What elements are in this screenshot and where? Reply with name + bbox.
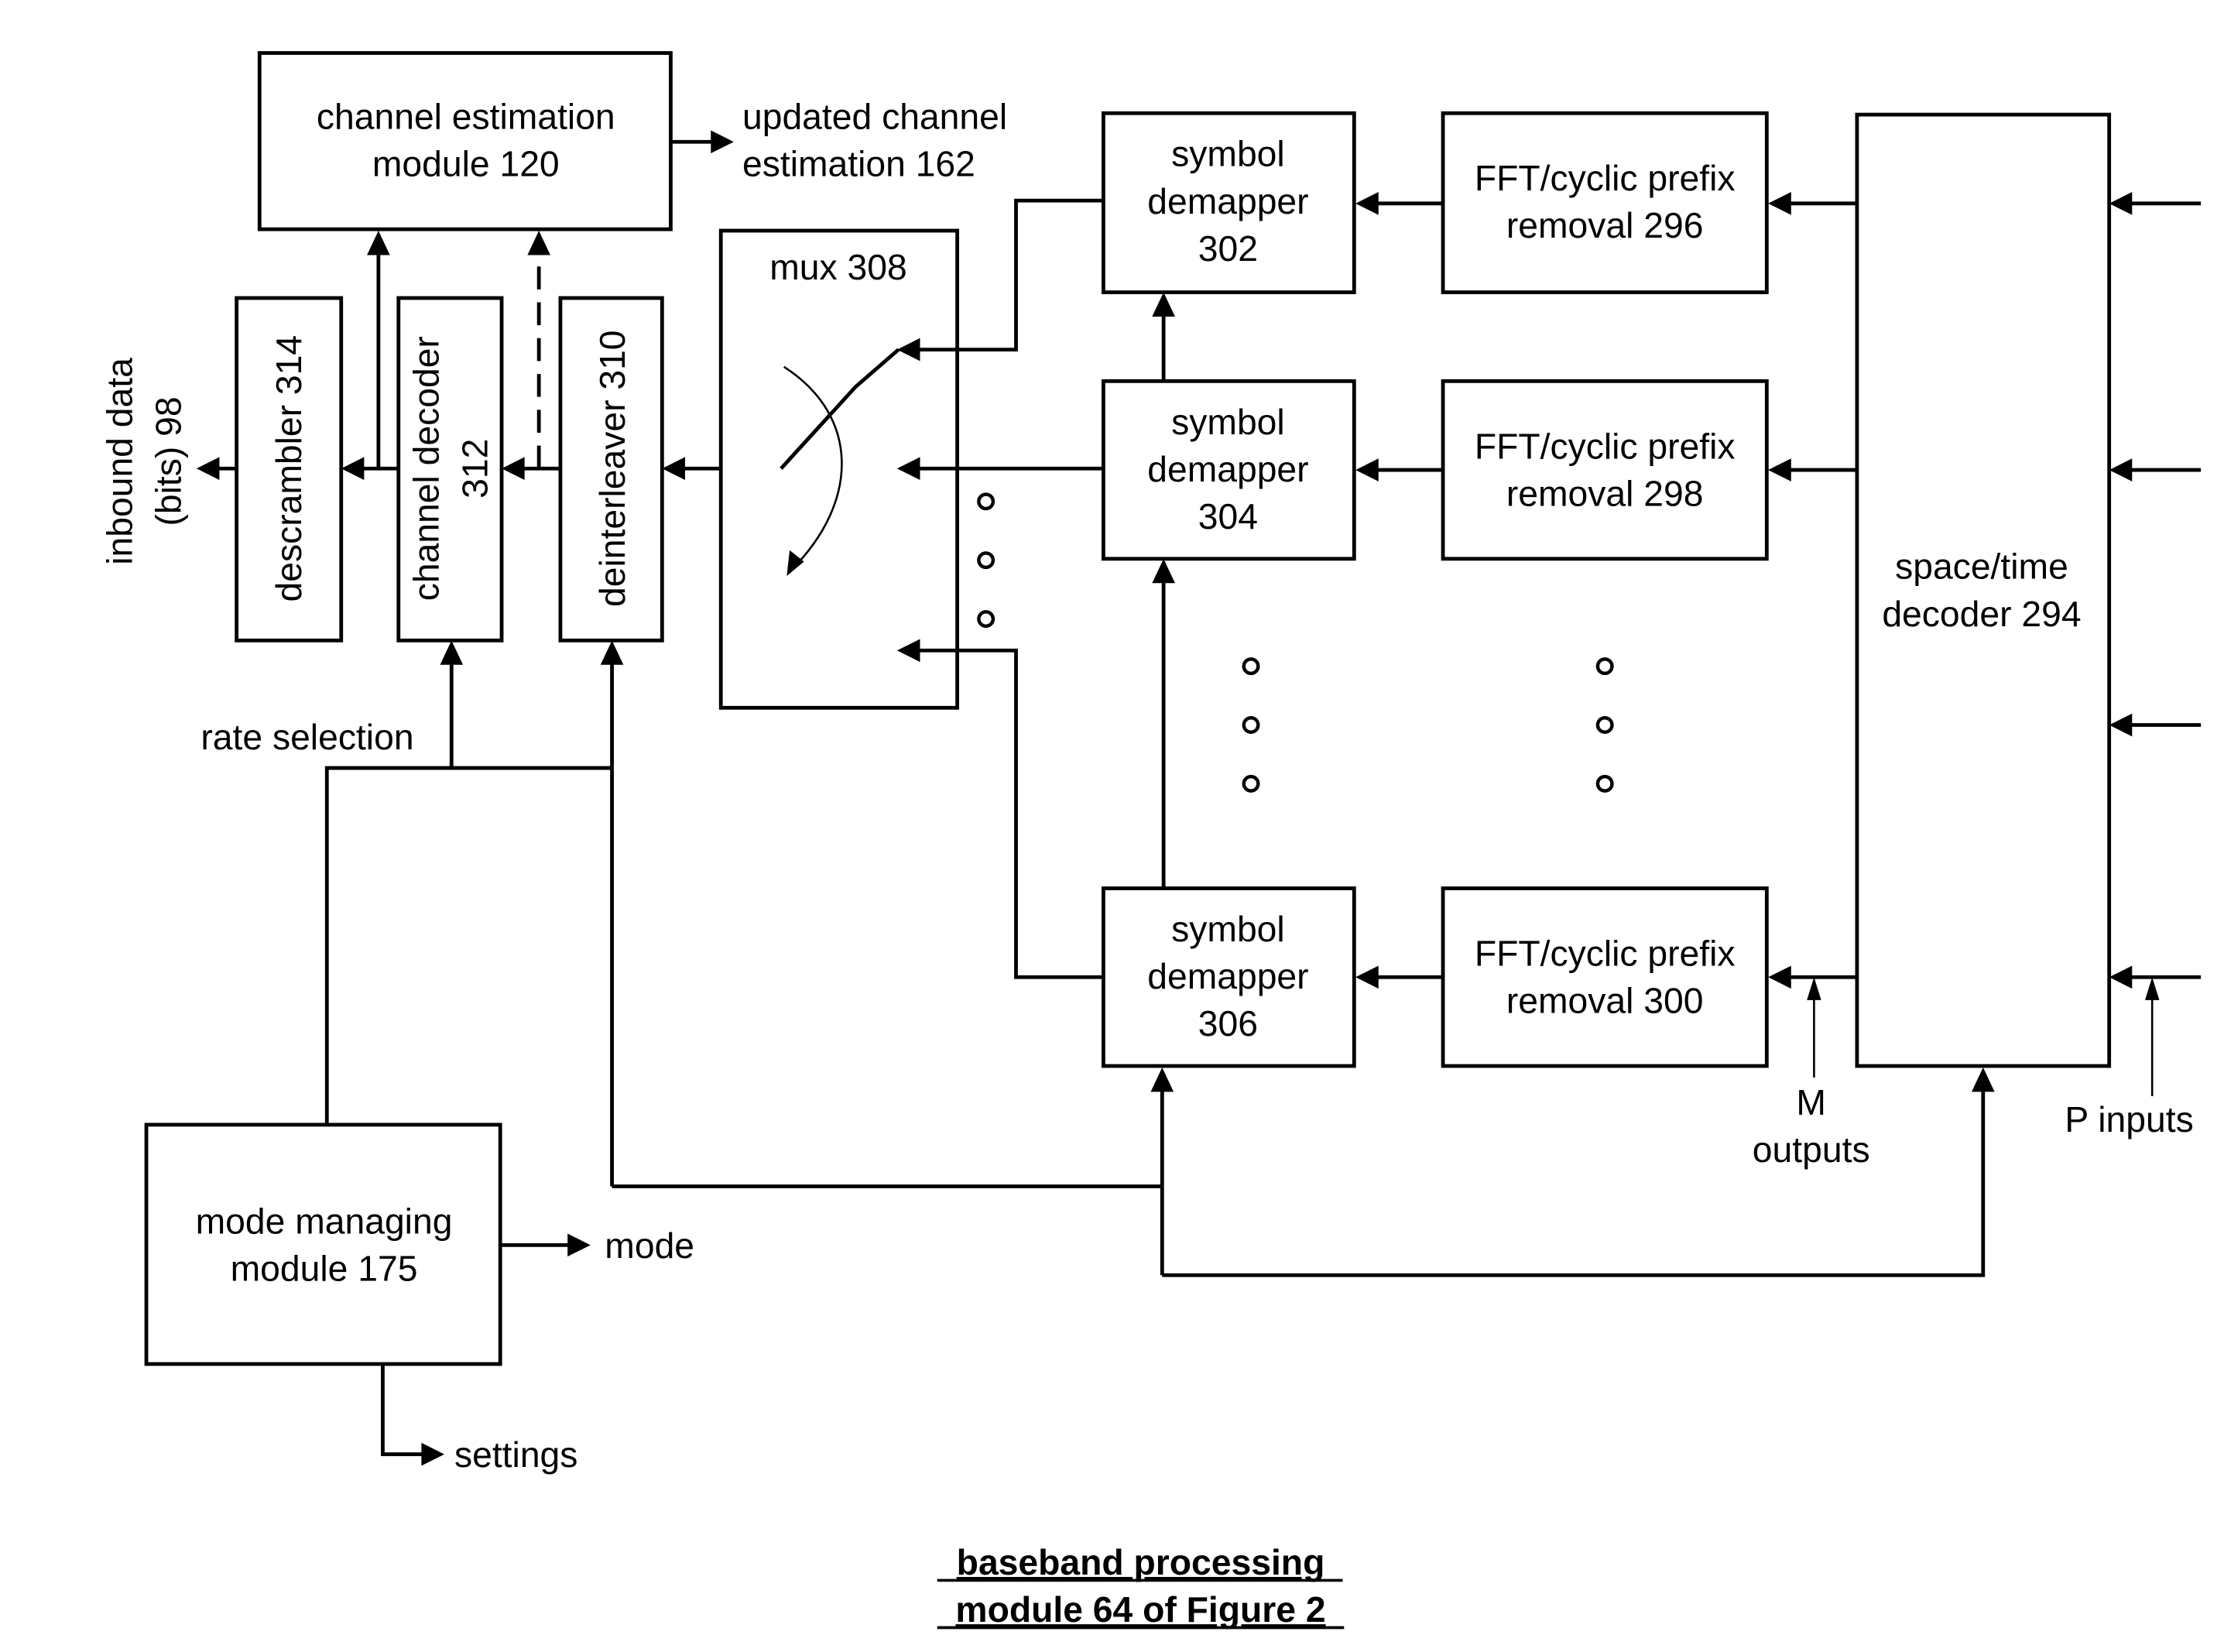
fft-296-label-1: FFT/cyclic prefix	[1475, 158, 1736, 198]
demapper-302-label-3: 302	[1198, 228, 1258, 269]
arrowhead-icon	[1355, 458, 1379, 482]
inbound-data-label-1: inbound data	[100, 358, 140, 565]
fft-298-label-1: FFT/cyclic prefix	[1475, 426, 1736, 466]
fft-300-label-1: FFT/cyclic prefix	[1475, 933, 1736, 973]
baseband-block-diagram: channel estimation module 120 updated ch…	[100, 51, 2202, 1630]
arrowhead-icon	[1150, 1067, 1174, 1092]
mode-managing-module: mode managing module 175	[144, 1122, 502, 1366]
arrowhead-icon	[711, 130, 734, 154]
ellipsis-dots-mux	[977, 492, 995, 629]
demapper-302-label-2: demapper	[1147, 181, 1308, 221]
demapper-304-label-3: 304	[1198, 496, 1258, 536]
m-outputs-label-2: outputs	[1753, 1129, 1870, 1170]
symbol-demapper-306: symbol demapper 306	[1101, 886, 1356, 1068]
arrowhead-icon	[1971, 1067, 1995, 1092]
arrowhead-icon	[567, 1233, 591, 1257]
arrowhead-icon	[1768, 192, 1791, 215]
arrowhead-icon	[1768, 458, 1791, 482]
fft-block-300: FFT/cyclic prefix removal 300	[1441, 886, 1769, 1068]
demapper-304-label-1: symbol	[1171, 402, 1285, 442]
mode-label: mode	[605, 1225, 694, 1266]
rate-selection-label: rate selection	[200, 717, 413, 757]
channel-estimation-module: channel estimation module 120	[257, 51, 673, 231]
space-time-decoder-block: space/time decoder 294	[1855, 112, 2112, 1068]
symbol-demapper-302: symbol demapper 302	[1101, 111, 1356, 294]
updated-estimation-label-2: estimation 162	[742, 144, 975, 184]
arrowhead-icon	[2109, 965, 2133, 989]
p-inputs-label: P inputs	[2065, 1099, 2193, 1140]
channel-estimation-label-2: module 120	[372, 144, 560, 184]
figure-caption-line-2: module 64 of Figure 2	[955, 1589, 1325, 1630]
descrambler-block: descrambler 314	[235, 296, 344, 643]
channel-estimation-label-1: channel estimation	[317, 97, 615, 137]
mode-managing-label-2: module 175	[231, 1249, 418, 1289]
demapper-306-label-2: demapper	[1147, 956, 1308, 996]
demapper-306-label-3: 306	[1198, 1003, 1258, 1044]
arrowhead-icon	[2109, 192, 2133, 215]
arrowhead-icon	[1355, 965, 1379, 989]
channel-decoder-block: channel decoder 312	[396, 296, 504, 643]
arrowhead-icon	[600, 640, 624, 665]
channel-decoder-label-1: channel decoder	[406, 336, 447, 601]
demapper-304-label-2: demapper	[1147, 449, 1308, 489]
arrowhead-icon	[662, 457, 685, 481]
arrowhead-icon	[367, 230, 390, 255]
rate-selection-bus	[324, 766, 612, 1125]
arrowhead-icon	[1152, 558, 1175, 584]
fft-296-label-2: removal 296	[1506, 205, 1704, 245]
mode-managing-label-1: mode managing	[196, 1201, 453, 1242]
fft-298-label-2: removal 298	[1506, 473, 1704, 513]
settings-label: settings	[454, 1434, 577, 1475]
descrambler-label: descrambler 314	[269, 335, 309, 602]
arrowhead-icon	[1355, 192, 1379, 215]
arrowhead-icon	[421, 1442, 445, 1466]
arrowhead-icon	[1807, 977, 1821, 1000]
symbol-demapper-304: symbol demapper 304	[1101, 379, 1356, 561]
figure-caption-line-1: baseband processing	[957, 1542, 1325, 1582]
deinterleaver-label: deinterleaver 310	[592, 330, 632, 607]
arrowhead-icon	[196, 457, 220, 481]
fft-300-label-2: removal 300	[1506, 981, 1704, 1021]
arrowhead-icon	[1768, 965, 1791, 989]
arrowhead-icon	[341, 457, 365, 481]
deinterleaver-block: deinterleaver 310	[558, 296, 664, 643]
arrowhead-icon	[502, 457, 525, 481]
fft-block-296: FFT/cyclic prefix removal 296	[1441, 111, 1769, 294]
arrowhead-icon	[440, 640, 464, 665]
updated-estimation-label-1: updated channel	[742, 97, 1007, 137]
demapper-302-label-1: symbol	[1171, 134, 1285, 174]
space-time-label-1: space/time	[1895, 547, 2068, 587]
channel-decoder-label-2: 312	[455, 439, 495, 499]
arrowhead-icon	[2109, 458, 2133, 482]
ellipsis-dots-demappers	[1242, 657, 1260, 793]
arrowhead-icon	[527, 230, 550, 255]
ellipsis-dots-fft	[1595, 657, 1614, 793]
arrowhead-icon	[1152, 292, 1175, 317]
fft-block-298: FFT/cyclic prefix removal 298	[1441, 379, 1769, 561]
inbound-data-label-2: (bits) 98	[148, 396, 188, 526]
demapper-306-label-1: symbol	[1171, 909, 1285, 949]
arrowhead-icon	[2144, 977, 2160, 1000]
mux-label: mux 308	[769, 247, 906, 287]
m-outputs-label-1: M	[1796, 1082, 1826, 1122]
arrowhead-icon	[2109, 713, 2133, 737]
space-time-label-2: decoder 294	[1882, 594, 2081, 634]
